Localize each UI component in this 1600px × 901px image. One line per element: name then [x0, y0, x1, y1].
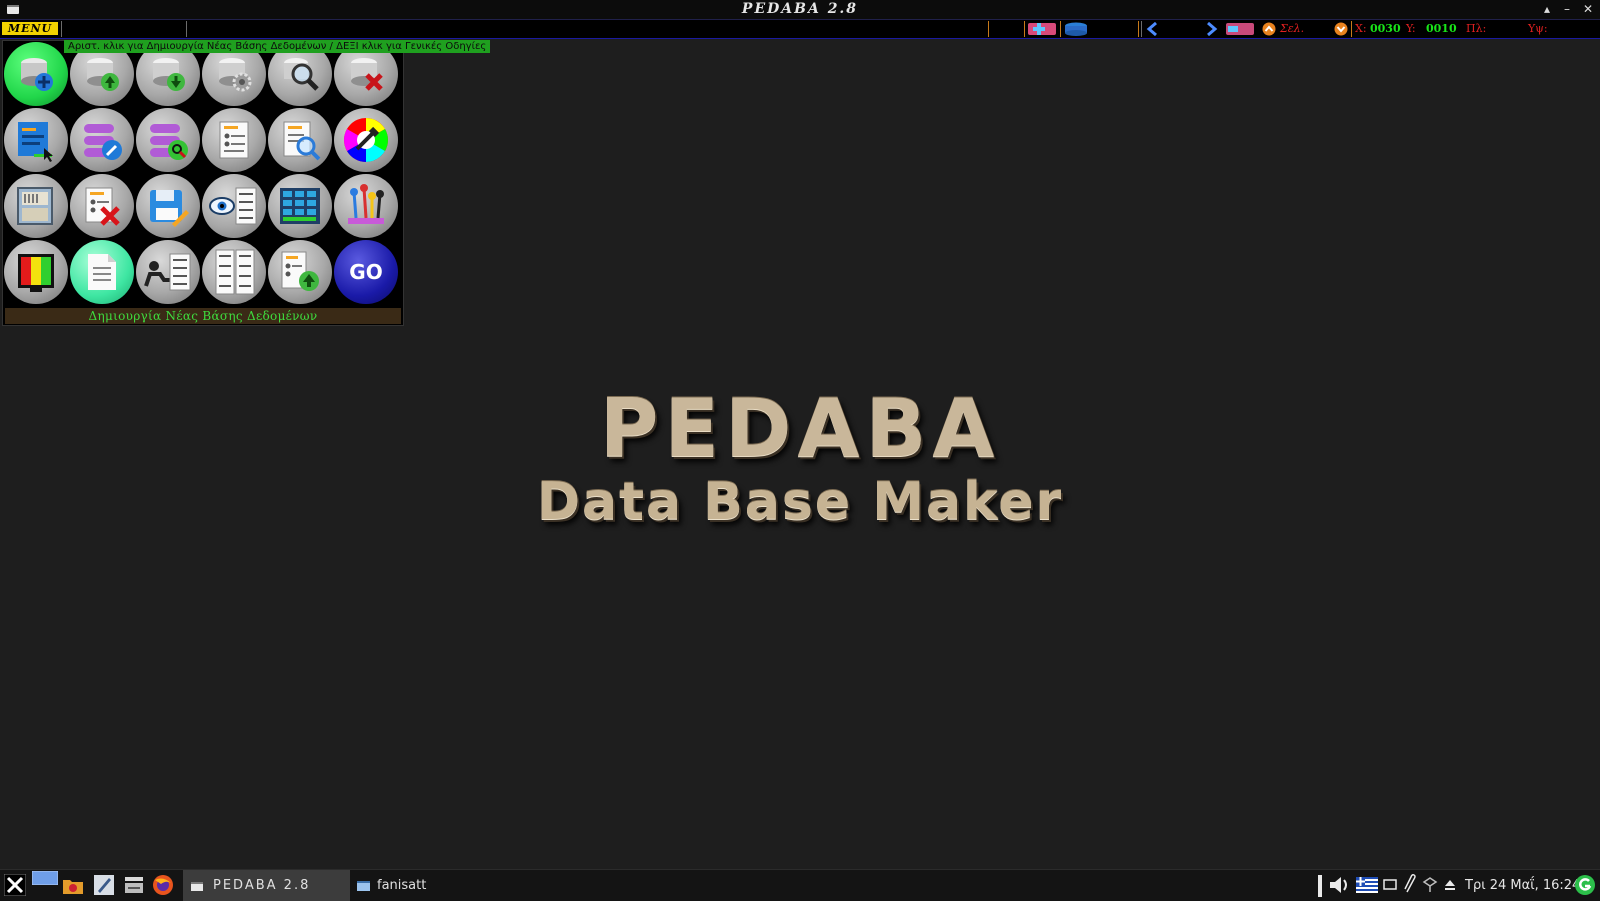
abcd-list-icon: [215, 249, 255, 295]
drive-icon[interactable]: [123, 874, 145, 896]
traffic-light-icon: [18, 254, 54, 292]
task-label: fanisatt: [377, 878, 427, 893]
document-button[interactable]: [70, 240, 134, 304]
toolbar-divider: [1141, 21, 1142, 37]
report-button[interactable]: [136, 240, 200, 304]
top-toolbar: MENU Σελ. X: 0030 Y: 0010 Πλ: Υψ:: [0, 20, 1600, 39]
save-database-icon: [153, 58, 185, 91]
record-card-icon: [219, 121, 249, 159]
upload-record-button[interactable]: [268, 240, 332, 304]
add-record-icon[interactable]: [1028, 22, 1058, 36]
file-cabinet-button[interactable]: [4, 174, 68, 238]
clock: Τρι 24 Μαΐ, 16:24: [1465, 878, 1581, 893]
go-icon: GO: [349, 260, 383, 284]
delete-record-button[interactable]: [70, 174, 134, 238]
save-record-button[interactable]: [136, 174, 200, 238]
menu-button[interactable]: MENU: [2, 22, 58, 35]
toolbar-divider: [186, 21, 187, 37]
table-grid-button[interactable]: [268, 174, 332, 238]
maximize-button[interactable]: ▴: [1538, 1, 1556, 18]
firefox-icon[interactable]: [152, 874, 174, 896]
search-fields-button[interactable]: [136, 108, 200, 172]
save-record-icon: [150, 190, 189, 227]
edit-fields-button[interactable]: [70, 108, 134, 172]
table-grid-icon: [280, 188, 320, 224]
toolbar-divider: [1351, 21, 1352, 37]
database-icon[interactable]: [1064, 22, 1088, 36]
delete-record-icon: [85, 187, 120, 226]
window-titlebar: PEDABA 2.8 ▴ – ✕: [0, 0, 1600, 20]
network-icon[interactable]: [1422, 874, 1438, 896]
window-icon: [191, 882, 203, 891]
minimize-button[interactable]: –: [1558, 1, 1576, 18]
file-manager-icon[interactable]: [62, 874, 84, 896]
abcd-list-button[interactable]: [202, 240, 266, 304]
tray-separator: [1318, 875, 1322, 897]
page-up-icon[interactable]: [1262, 22, 1276, 36]
close-button[interactable]: ✕: [1579, 1, 1597, 18]
form-designer-button[interactable]: [4, 108, 68, 172]
y-coordinate-value: 0010: [1426, 22, 1457, 35]
edit-fields-icon: [84, 124, 122, 160]
open-database-icon: [87, 58, 119, 91]
menu-status-text: Δημιουργία Νέας Βάσης Δεδομένων: [5, 308, 401, 324]
toolbar-divider: [1060, 21, 1061, 37]
search-fields-icon: [150, 124, 188, 160]
height-label: Υψ:: [1528, 22, 1548, 35]
window-title: PEDABA 2.8: [741, 1, 859, 17]
document-icon: [88, 254, 116, 290]
start-menu-icon[interactable]: [4, 874, 26, 896]
toolbar-divider: [1138, 21, 1139, 37]
page-down-icon[interactable]: [1334, 22, 1348, 36]
logo-subtitle: Data Base Maker: [536, 472, 1064, 532]
y-coordinate-label: Y:: [1406, 22, 1416, 35]
screen-icon[interactable]: [1382, 874, 1398, 896]
x-coordinate-value: 0030: [1370, 22, 1401, 35]
form-designer-icon: [18, 122, 53, 162]
desktop-switcher-icon[interactable]: [32, 871, 58, 885]
taskbar: PEDABA 2.8 fanisatt Τρι 24 Μαΐ, 16:24: [0, 869, 1600, 901]
greek-flag-icon[interactable]: [1356, 874, 1378, 896]
task-label: PEDABA 2.8: [213, 878, 311, 893]
create-database-button[interactable]: [4, 42, 68, 106]
traffic-light-button[interactable]: [4, 240, 68, 304]
clipboard-icon[interactable]: [1402, 874, 1418, 896]
toolbar-divider: [1024, 21, 1025, 37]
x-coordinate-label: X:: [1355, 22, 1367, 35]
go-button[interactable]: GO: [334, 240, 398, 304]
next-record-icon[interactable]: [1202, 22, 1220, 36]
pushpins-button[interactable]: [334, 174, 398, 238]
file-cabinet-icon: [17, 187, 53, 225]
width-label: Πλ:: [1466, 22, 1487, 35]
power-icon[interactable]: [1574, 874, 1596, 896]
taskbar-task-fanisatt[interactable]: fanisatt: [355, 870, 475, 901]
color-picker-icon: [344, 118, 388, 162]
color-picker-button[interactable]: [334, 108, 398, 172]
delete-record-icon[interactable]: [1226, 22, 1256, 36]
record-search-icon: [283, 121, 321, 161]
upload-record-icon: [281, 251, 319, 291]
pushpins-icon: [348, 184, 384, 224]
record-card-button[interactable]: [202, 108, 266, 172]
delete-database-icon: [351, 58, 383, 91]
volume-icon[interactable]: [1328, 874, 1350, 896]
main-menu-panel: GO Δημιουργία Νέας Βάσης Δεδομένων: [2, 40, 404, 326]
hint-tooltip: Αριστ. κλικ για Δημιουργία Νέας Βάσης Δε…: [64, 40, 491, 53]
logo-title: PEDABA: [599, 382, 1001, 475]
toolbar-divider: [988, 21, 989, 37]
eject-icon[interactable]: [1442, 874, 1458, 896]
window-icon: [357, 881, 370, 891]
taskbar-task-pedaba[interactable]: PEDABA 2.8: [183, 870, 350, 901]
report-icon: [144, 253, 191, 291]
database-settings-icon: [219, 58, 252, 92]
search-database-icon: [284, 58, 319, 91]
view-list-button[interactable]: [202, 174, 266, 238]
page-label: Σελ.: [1280, 22, 1305, 35]
view-list-icon: [209, 187, 257, 225]
text-editor-icon[interactable]: [93, 874, 115, 896]
create-database-icon: [21, 58, 53, 91]
toolbar-divider: [61, 21, 62, 37]
previous-record-icon[interactable]: [1144, 22, 1162, 36]
record-search-button[interactable]: [268, 108, 332, 172]
